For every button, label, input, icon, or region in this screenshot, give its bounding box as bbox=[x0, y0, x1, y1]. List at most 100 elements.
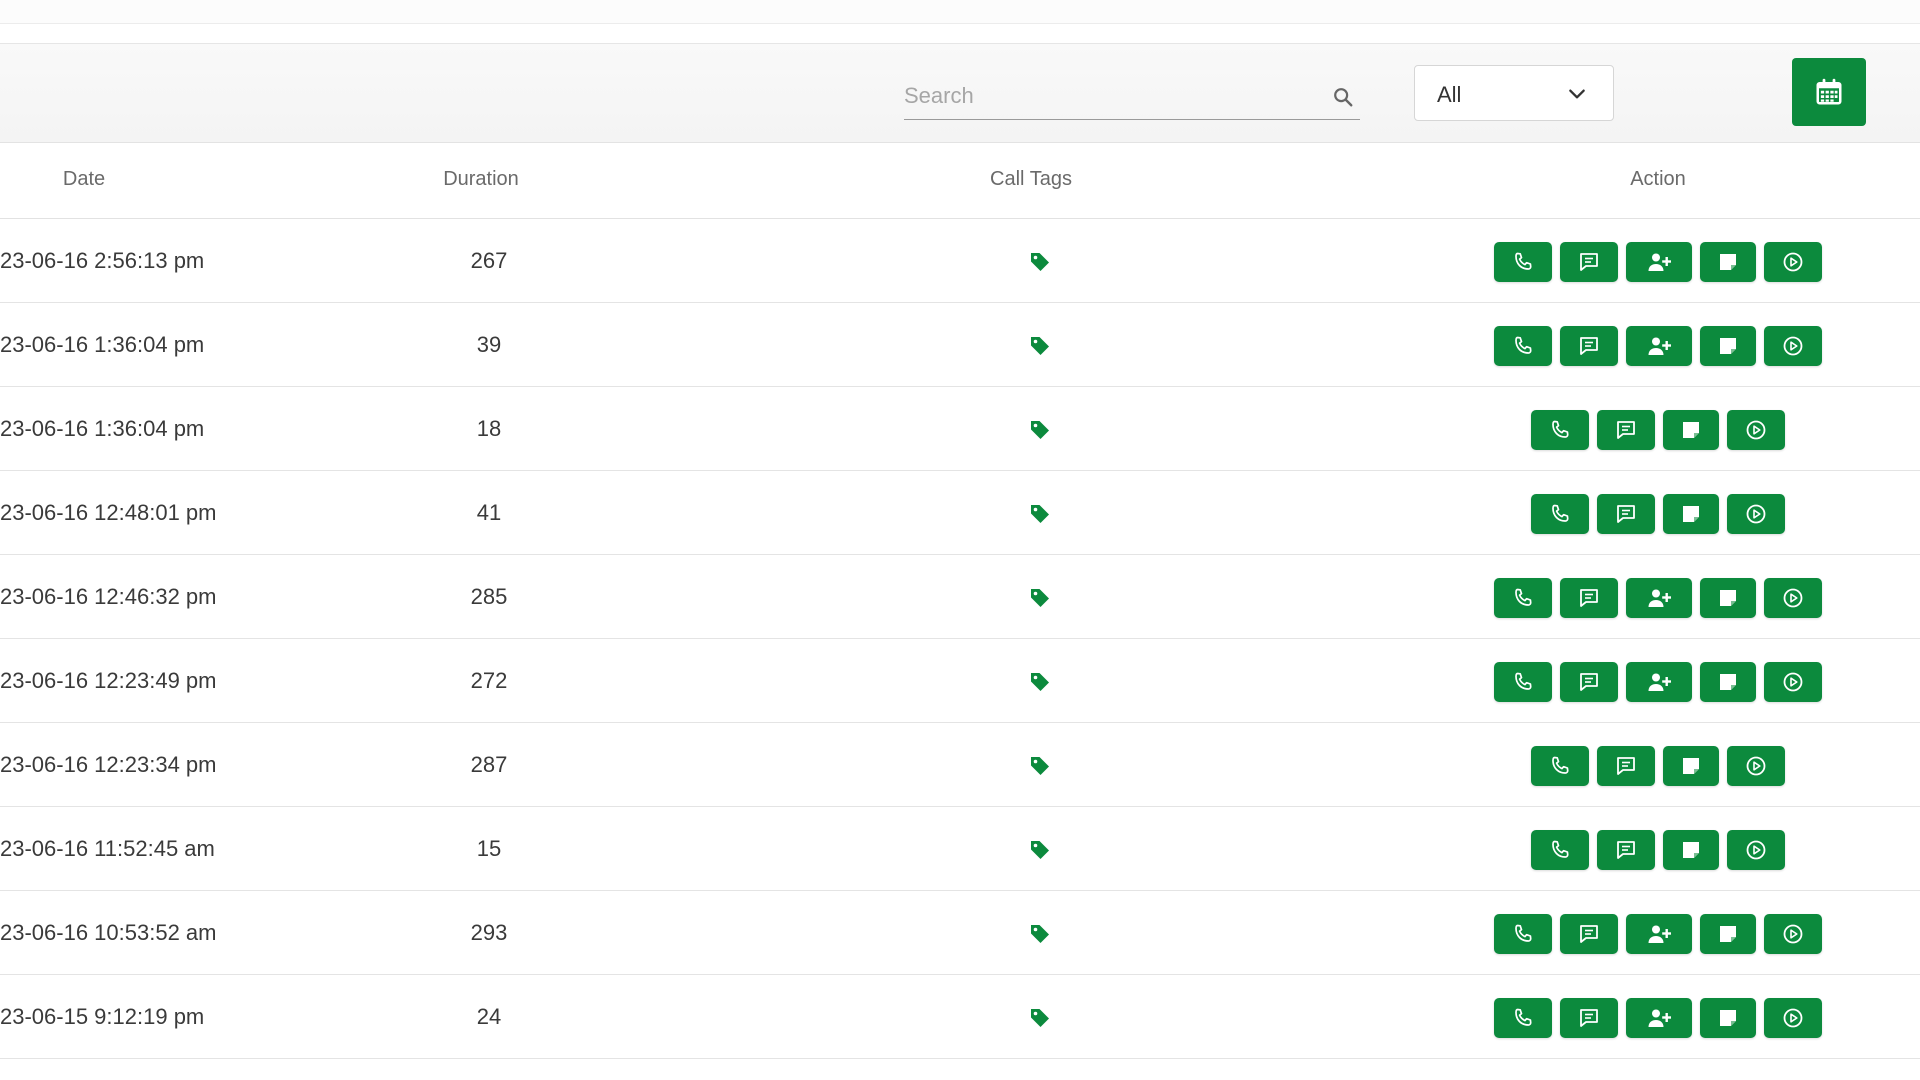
tag-icon[interactable] bbox=[1028, 502, 1052, 526]
message-button[interactable] bbox=[1597, 494, 1655, 534]
message-button[interactable] bbox=[1597, 410, 1655, 450]
note-icon bbox=[1683, 842, 1699, 858]
table-row: 23-06-15 9:12:19 pm 24 bbox=[0, 975, 1920, 1059]
phone-icon bbox=[1515, 336, 1532, 354]
tag-icon[interactable] bbox=[1028, 838, 1052, 862]
header-duration[interactable]: Duration bbox=[443, 168, 519, 191]
play-recording-button[interactable] bbox=[1764, 914, 1822, 954]
row-actions bbox=[1494, 998, 1822, 1038]
search-input[interactable] bbox=[904, 78, 1314, 114]
add-contact-button[interactable] bbox=[1626, 662, 1692, 702]
note-icon bbox=[1683, 422, 1699, 438]
note-button[interactable] bbox=[1663, 410, 1719, 450]
row-duration: 285 bbox=[470, 584, 508, 609]
search-icon[interactable] bbox=[1332, 86, 1354, 108]
play-recording-button[interactable] bbox=[1727, 830, 1785, 870]
message-button[interactable] bbox=[1560, 914, 1618, 954]
message-button[interactable] bbox=[1560, 242, 1618, 282]
note-icon bbox=[1720, 1010, 1736, 1026]
message-icon bbox=[1580, 589, 1598, 607]
note-icon bbox=[1683, 506, 1699, 522]
play-recording-button[interactable] bbox=[1764, 326, 1822, 366]
filter-select-value: All bbox=[1437, 82, 1462, 107]
call-button[interactable] bbox=[1494, 914, 1552, 954]
call-button[interactable] bbox=[1494, 998, 1552, 1038]
table-header: Date Duration Call Tags Action bbox=[0, 144, 1920, 219]
note-icon bbox=[1720, 590, 1736, 606]
row-date: 23-06-16 12:23:49 pm bbox=[0, 668, 217, 693]
user-plus-icon bbox=[1648, 1009, 1671, 1027]
message-button[interactable] bbox=[1597, 746, 1655, 786]
call-button[interactable] bbox=[1531, 494, 1589, 534]
play-recording-button[interactable] bbox=[1764, 662, 1822, 702]
message-icon bbox=[1580, 925, 1598, 943]
tag-icon[interactable] bbox=[1028, 418, 1052, 442]
tag-icon[interactable] bbox=[1028, 250, 1052, 274]
note-button[interactable] bbox=[1663, 830, 1719, 870]
tag-icon[interactable] bbox=[1028, 1006, 1052, 1030]
note-button[interactable] bbox=[1700, 242, 1756, 282]
note-button[interactable] bbox=[1700, 998, 1756, 1038]
row-date: 23-06-16 11:52:45 am bbox=[0, 836, 215, 861]
play-icon bbox=[1746, 420, 1766, 440]
tag-icon[interactable] bbox=[1028, 334, 1052, 358]
row-duration: 272 bbox=[470, 668, 508, 693]
play-recording-button[interactable] bbox=[1764, 998, 1822, 1038]
call-button[interactable] bbox=[1494, 242, 1552, 282]
message-button[interactable] bbox=[1560, 578, 1618, 618]
play-recording-button[interactable] bbox=[1764, 578, 1822, 618]
table-row: 23-06-16 2:56:13 pm 267 bbox=[0, 219, 1920, 303]
table-row: 23-06-16 11:52:45 am 15 bbox=[0, 807, 1920, 891]
call-button[interactable] bbox=[1531, 746, 1589, 786]
play-recording-button[interactable] bbox=[1764, 242, 1822, 282]
row-date: 23-06-16 2:56:13 pm bbox=[0, 248, 205, 273]
message-button[interactable] bbox=[1560, 998, 1618, 1038]
tag-icon[interactable] bbox=[1028, 670, 1052, 694]
table-row: 23-06-16 1:36:04 pm 18 bbox=[0, 387, 1920, 471]
note-button[interactable] bbox=[1700, 326, 1756, 366]
row-actions bbox=[1494, 242, 1822, 282]
play-recording-button[interactable] bbox=[1727, 410, 1785, 450]
message-button[interactable] bbox=[1560, 662, 1618, 702]
user-plus-icon bbox=[1648, 589, 1671, 607]
calendar-button[interactable] bbox=[1792, 58, 1866, 126]
row-actions bbox=[1494, 662, 1822, 702]
message-icon bbox=[1617, 757, 1635, 775]
row-actions bbox=[1531, 410, 1785, 450]
message-button[interactable] bbox=[1560, 326, 1618, 366]
play-recording-button[interactable] bbox=[1727, 746, 1785, 786]
note-button[interactable] bbox=[1700, 662, 1756, 702]
call-button[interactable] bbox=[1494, 662, 1552, 702]
row-actions bbox=[1494, 914, 1822, 954]
message-icon bbox=[1580, 673, 1598, 691]
row-date: 23-06-16 12:46:32 pm bbox=[0, 584, 217, 609]
tag-icon[interactable] bbox=[1028, 754, 1052, 778]
header-date[interactable]: Date bbox=[63, 168, 105, 191]
add-contact-button[interactable] bbox=[1626, 914, 1692, 954]
call-button[interactable] bbox=[1531, 410, 1589, 450]
tag-icon[interactable] bbox=[1028, 922, 1052, 946]
filter-select[interactable]: All bbox=[1414, 65, 1614, 121]
row-duration: 15 bbox=[476, 836, 502, 861]
call-button[interactable] bbox=[1531, 830, 1589, 870]
table-row: 23-06-16 12:48:01 pm 41 bbox=[0, 471, 1920, 555]
table-row: 23-06-16 12:46:32 pm 285 bbox=[0, 555, 1920, 639]
call-button[interactable] bbox=[1494, 578, 1552, 618]
note-button[interactable] bbox=[1663, 494, 1719, 534]
row-duration: 24 bbox=[476, 1004, 502, 1029]
play-icon bbox=[1783, 1008, 1803, 1028]
call-button[interactable] bbox=[1494, 326, 1552, 366]
add-contact-button[interactable] bbox=[1626, 242, 1692, 282]
add-contact-button[interactable] bbox=[1626, 326, 1692, 366]
message-button[interactable] bbox=[1597, 830, 1655, 870]
phone-icon bbox=[1515, 672, 1532, 690]
toolbar: All bbox=[0, 43, 1920, 143]
add-contact-button[interactable] bbox=[1626, 578, 1692, 618]
add-contact-button[interactable] bbox=[1626, 998, 1692, 1038]
note-button[interactable] bbox=[1700, 914, 1756, 954]
note-button[interactable] bbox=[1700, 578, 1756, 618]
note-button[interactable] bbox=[1663, 746, 1719, 786]
play-recording-button[interactable] bbox=[1727, 494, 1785, 534]
tag-icon[interactable] bbox=[1028, 586, 1052, 610]
row-duration: 39 bbox=[476, 332, 502, 357]
